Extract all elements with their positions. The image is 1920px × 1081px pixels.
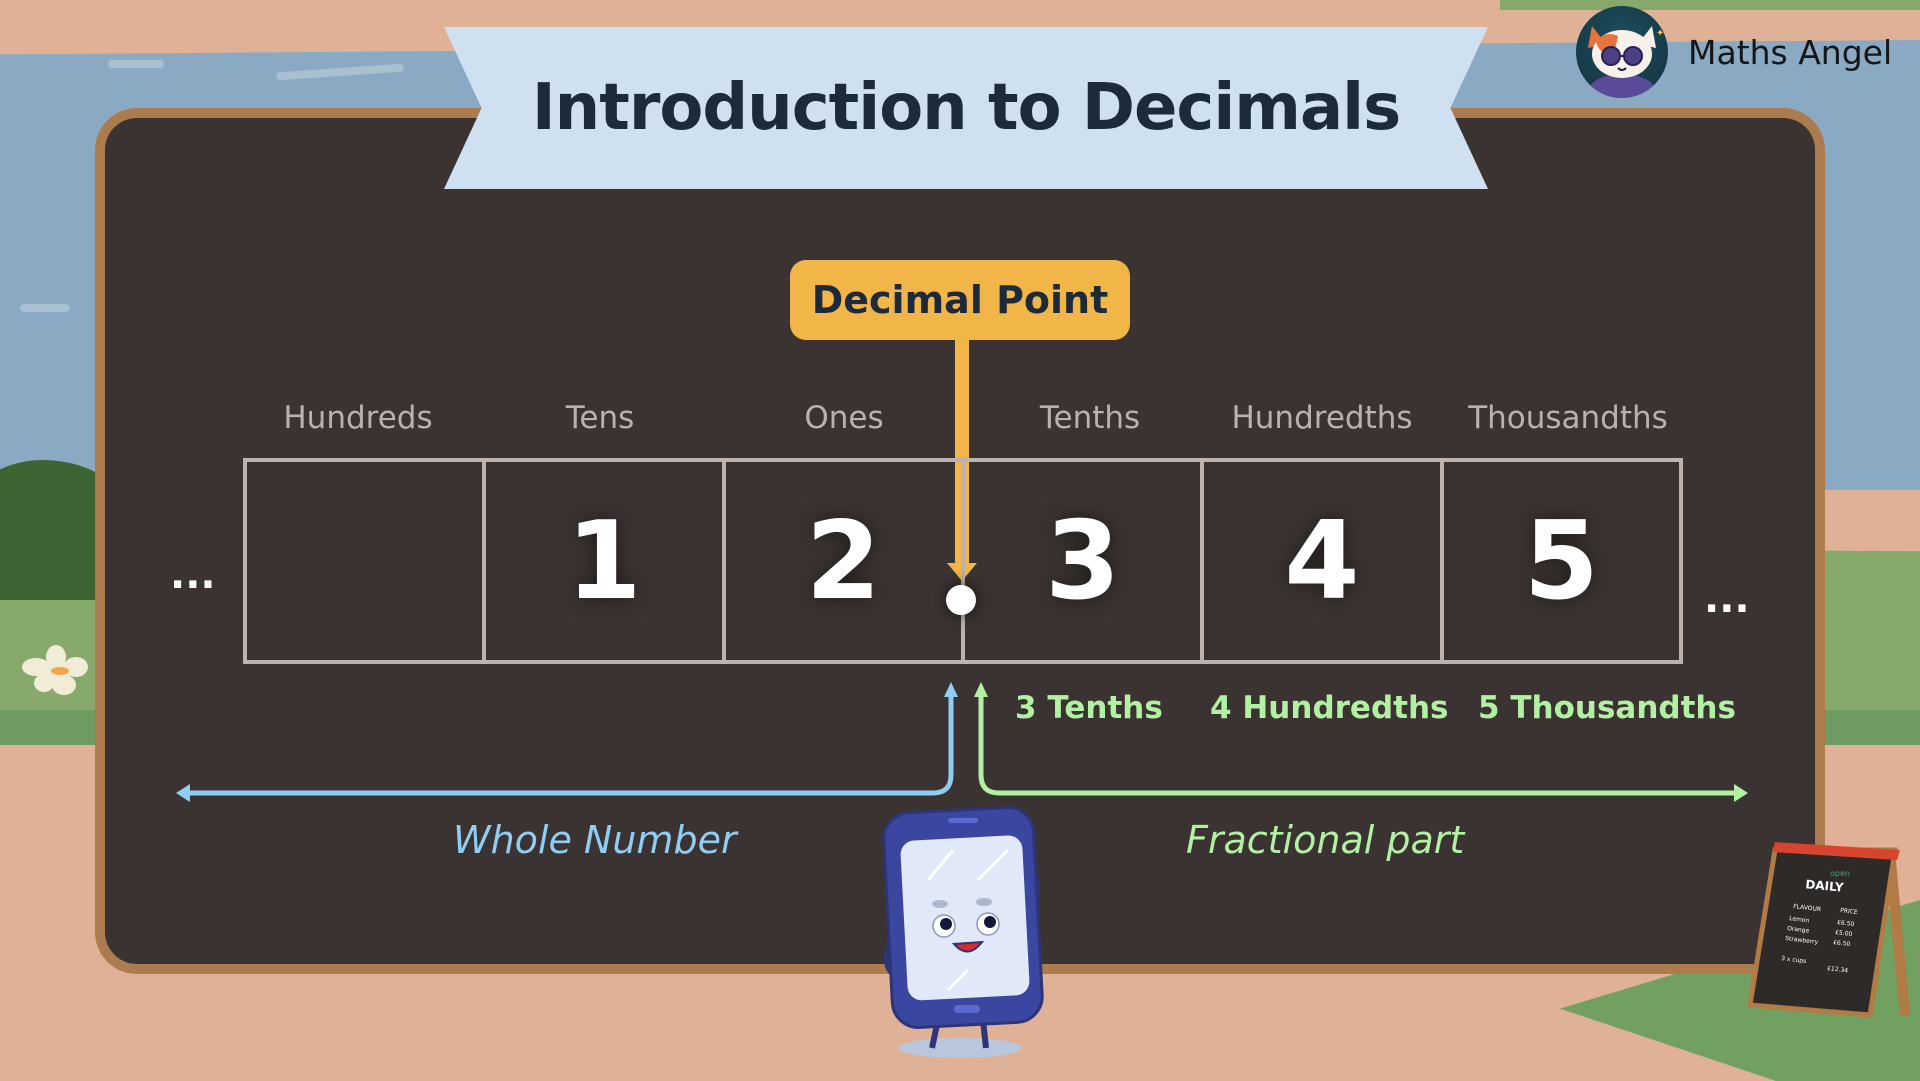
digit-thousandths: 5 [1523,498,1599,624]
place-value-table: 1 2 3 4 5 [243,458,1683,664]
wave-mark [20,304,70,312]
decimal-point-callout: Decimal Point [790,260,1130,340]
column-label-tens: Tens [565,400,635,436]
digit-ones: 2 [805,498,881,624]
digit-tenths: 3 [1045,498,1121,624]
cell-tenths: 3 [965,462,1205,660]
ellipsis-right: ... [1704,576,1750,622]
brand: ✦ Maths Angel [1576,6,1892,98]
cell-tens: 1 [486,462,726,660]
note-hundredths: 4 Hundredths [1210,690,1449,726]
column-label-thousandths: Thousandths [1468,400,1668,436]
page-title: Introduction to Decimals [531,71,1401,145]
cell-thousandths: 5 [1444,462,1679,660]
cell-hundredths: 4 [1204,462,1444,660]
fractional-part-label: Fractional part [1186,818,1465,862]
whole-number-label: Whole Number [453,818,737,862]
digit-tens: 1 [566,498,642,624]
brand-name: Maths Angel [1688,32,1893,72]
svg-text:✦: ✦ [1656,28,1664,39]
cell-ones: 2 [726,462,965,660]
ellipsis-left: ... [170,552,216,598]
digit-hundredths: 4 [1284,498,1360,624]
decimal-point-dot [946,585,976,615]
column-label-hundredths: Hundredths [1231,400,1413,436]
column-label-tenths: Tenths [1039,400,1141,436]
column-label-hundreds: Hundreds [283,400,433,436]
cat-mascot-with-sunglasses-icon: ✦ [1576,6,1668,98]
menu-heading-small: open [1830,869,1850,878]
flower-icon [22,645,88,695]
cell-hundreds [247,462,487,660]
note-thousandths: 5 Thousandths [1478,690,1736,726]
smiling-phone-character-icon [882,806,1044,1058]
menu-chalkboard-sign: open DAILY FLAVOUR PRICE Lemon £6.50 Ora… [1747,842,1910,1018]
column-label-ones: Ones [804,400,884,436]
note-tenths: 3 Tenths [1015,690,1163,726]
wave-mark [108,60,164,68]
